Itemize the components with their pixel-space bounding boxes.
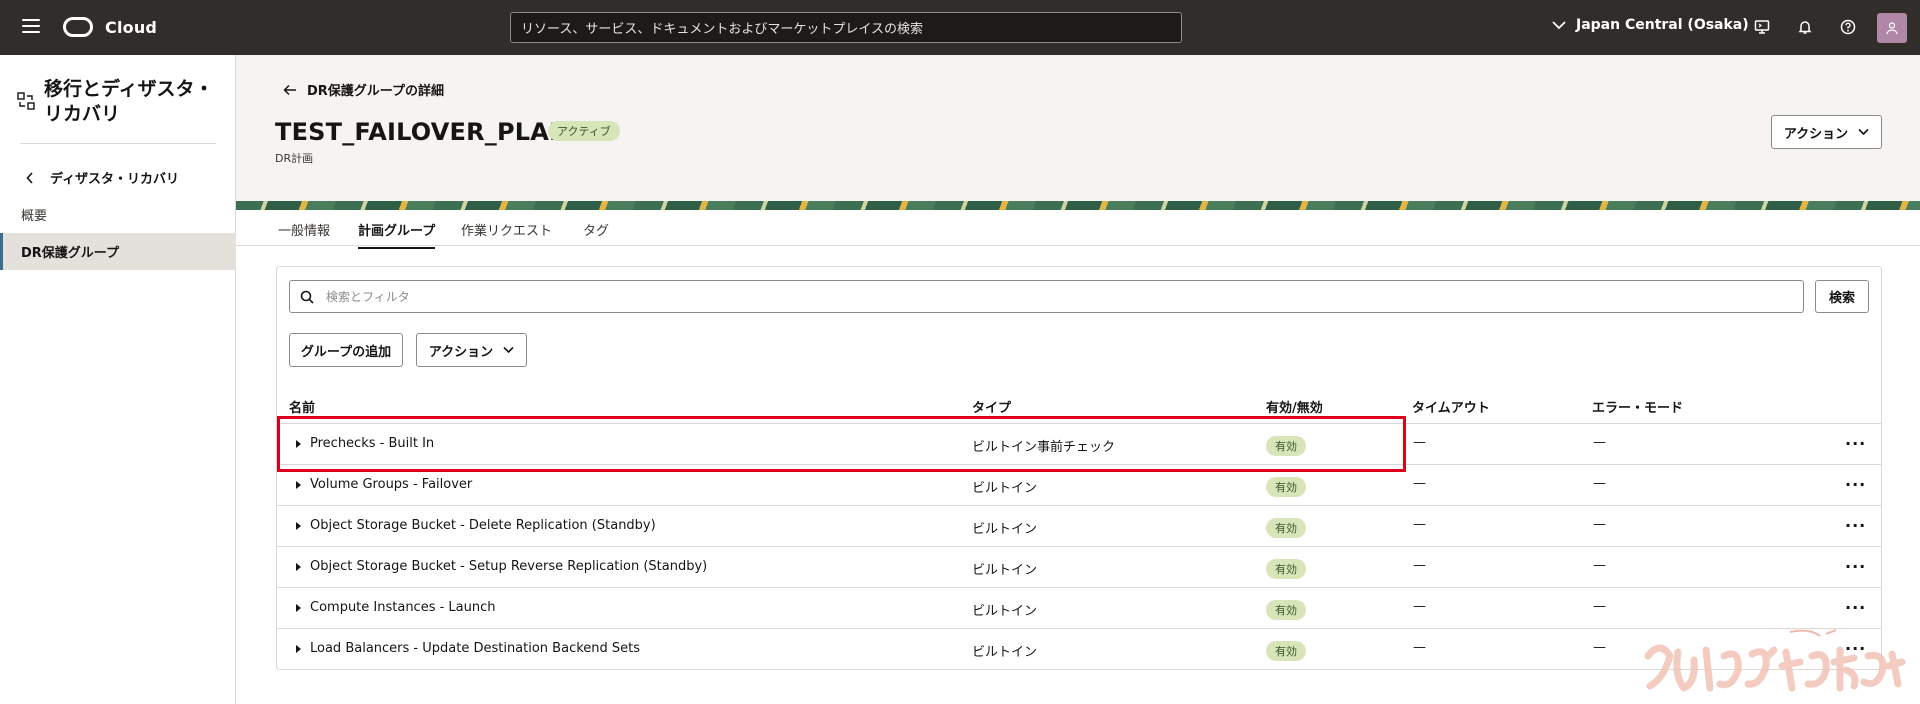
row-menu-icon[interactable]: ··· <box>1845 475 1866 494</box>
row-timeout: — <box>1413 517 1426 532</box>
table-row: Compute Instances - Launch ビルトイン 有効 — — … <box>277 588 1881 629</box>
row-timeout: — <box>1413 599 1426 614</box>
sidebar: 移行とディザスタ・リカバリ ディザスタ・リカバリ 概要 DR保護グループ <box>0 55 236 704</box>
row-error-mode: — <box>1593 435 1606 450</box>
sidebar-title: 移行とディザスタ・リカバリ <box>44 78 214 125</box>
row-menu-icon[interactable]: ··· <box>1845 434 1866 453</box>
row-type: ビルトイン <box>972 563 1038 578</box>
chevron-down-icon <box>503 346 514 354</box>
watermark-logo <box>1644 629 1906 692</box>
sidebar-back-label: ディザスタ・リカバリ <box>50 172 179 187</box>
search-filter-input[interactable]: 検索とフィルタ <box>289 280 1804 313</box>
oracle-logo-icon <box>63 17 93 37</box>
global-search-input[interactable]: リソース、サービス、ドキュメントおよびマーケットプレイスの検索 <box>510 12 1182 43</box>
page-title: TEST_FAILOVER_PLAN <box>275 118 570 146</box>
enabled-badge: 有効 <box>1266 641 1306 661</box>
row-error-mode: — <box>1593 558 1606 573</box>
table-row: Prechecks - Built In ビルトイン事前チェック 有効 — — … <box>277 424 1881 465</box>
help-icon[interactable] <box>1838 17 1858 37</box>
search-button[interactable]: 検索 <box>1815 280 1869 313</box>
search-filter-placeholder: 検索とフィルタ <box>326 290 410 304</box>
row-type: ビルトイン <box>972 522 1038 537</box>
expand-caret-icon[interactable] <box>296 522 301 530</box>
table-row: Object Storage Bucket - Delete Replicati… <box>277 506 1881 547</box>
tab-tags[interactable]: タグ <box>583 220 609 247</box>
row-name: Volume Groups - Failover <box>310 477 473 492</box>
row-error-mode: — <box>1593 599 1606 614</box>
add-group-button[interactable]: グループの追加 <box>289 333 403 367</box>
top-bar: Cloud リソース、サービス、ドキュメントおよびマーケットプレイスの検索 Ja… <box>0 0 1920 55</box>
row-menu-icon[interactable]: ··· <box>1845 557 1866 576</box>
chevron-down-icon <box>1552 21 1566 30</box>
sidebar-item-dr-protection-groups[interactable]: DR保護グループ <box>0 233 236 270</box>
row-timeout: — <box>1413 476 1426 491</box>
menu-icon[interactable] <box>22 19 40 33</box>
row-name: Prechecks - Built In <box>310 436 435 451</box>
brand-label: Cloud <box>105 17 158 37</box>
row-error-mode: — <box>1593 476 1606 491</box>
row-timeout: — <box>1413 435 1426 450</box>
row-type: ビルトイン <box>972 481 1038 496</box>
enabled-badge: 有効 <box>1266 436 1306 456</box>
row-timeout: — <box>1413 640 1426 655</box>
user-avatar[interactable] <box>1877 13 1907 43</box>
status-badge: アクティブ <box>548 121 620 141</box>
breadcrumb-label: DR保護グループの詳細 <box>307 84 445 99</box>
row-type: ビルトイン事前チェック <box>972 440 1116 455</box>
row-type: ビルトイン <box>972 645 1038 660</box>
region-label: Japan Central (Osaka) <box>1576 17 1749 33</box>
enabled-badge: 有効 <box>1266 559 1306 579</box>
page-subtitle: DR計画 <box>275 152 314 165</box>
migration-dr-icon <box>17 92 35 110</box>
expand-caret-icon[interactable] <box>296 481 301 489</box>
row-name: Compute Instances - Launch <box>310 600 496 615</box>
row-error-mode: — <box>1593 640 1606 655</box>
user-icon <box>1886 22 1898 35</box>
expand-caret-icon[interactable] <box>296 440 301 448</box>
tab-bar: 一般情報 計画グループ 作業リクエスト タグ <box>236 210 1920 249</box>
row-timeout: — <box>1413 558 1426 573</box>
expand-caret-icon[interactable] <box>296 645 301 653</box>
row-menu-icon[interactable]: ··· <box>1845 516 1866 535</box>
table-row: Volume Groups - Failover ビルトイン 有効 — — ··… <box>277 465 1881 506</box>
row-menu-icon[interactable]: ··· <box>1845 598 1866 617</box>
breadcrumb-back-link[interactable]: DR保護グループの詳細 <box>283 80 444 99</box>
tab-work-requests[interactable]: 作業リクエスト <box>461 220 552 247</box>
notification-bell-icon[interactable] <box>1795 17 1815 37</box>
enabled-badge: 有効 <box>1266 518 1306 538</box>
table-row: Object Storage Bucket - Setup Reverse Re… <box>277 547 1881 588</box>
row-type: ビルトイン <box>972 604 1038 619</box>
column-header-enabled[interactable]: 有効/無効 <box>1266 397 1323 416</box>
row-name: Object Storage Bucket - Setup Reverse Re… <box>310 559 708 574</box>
row-name: Object Storage Bucket - Delete Replicati… <box>310 518 656 533</box>
row-name: Load Balancers - Update Destination Back… <box>310 641 641 656</box>
expand-caret-icon[interactable] <box>296 604 301 612</box>
tab-plan-groups[interactable]: 計画グループ <box>358 220 436 249</box>
tab-general-info[interactable]: 一般情報 <box>278 220 330 247</box>
column-header-timeout[interactable]: タイムアウト <box>1412 397 1490 416</box>
global-search-placeholder: リソース、サービス、ドキュメントおよびマーケットプレイスの検索 <box>521 22 923 37</box>
expand-caret-icon[interactable] <box>296 563 301 571</box>
row-error-mode: — <box>1593 517 1606 532</box>
header-actions-button[interactable]: アクション <box>1771 115 1882 149</box>
search-icon <box>300 290 314 304</box>
oracle-cloud-logo[interactable]: Cloud <box>63 17 157 37</box>
column-header-error-mode[interactable]: エラー・モード <box>1592 397 1683 416</box>
sidebar-divider <box>20 143 216 144</box>
column-header-name[interactable]: 名前 <box>289 397 315 416</box>
table-actions-label: アクション <box>428 344 494 360</box>
sidebar-item-overview[interactable]: 概要 <box>21 205 47 224</box>
column-header-type[interactable]: タイプ <box>972 397 1011 416</box>
sidebar-back-link[interactable]: ディザスタ・リカバリ <box>26 168 179 187</box>
header-actions-label: アクション <box>1783 126 1849 142</box>
cloud-shell-icon[interactable] <box>1752 17 1772 37</box>
chevron-down-icon <box>1858 128 1869 136</box>
enabled-badge: 有効 <box>1266 600 1306 620</box>
table-actions-button[interactable]: アクション <box>416 333 527 367</box>
arrow-left-icon <box>283 84 296 95</box>
chevron-left-icon <box>26 171 33 184</box>
region-selector[interactable]: Japan Central (Osaka) <box>1552 17 1749 33</box>
decorative-banner <box>236 201 1920 210</box>
enabled-badge: 有効 <box>1266 477 1306 497</box>
